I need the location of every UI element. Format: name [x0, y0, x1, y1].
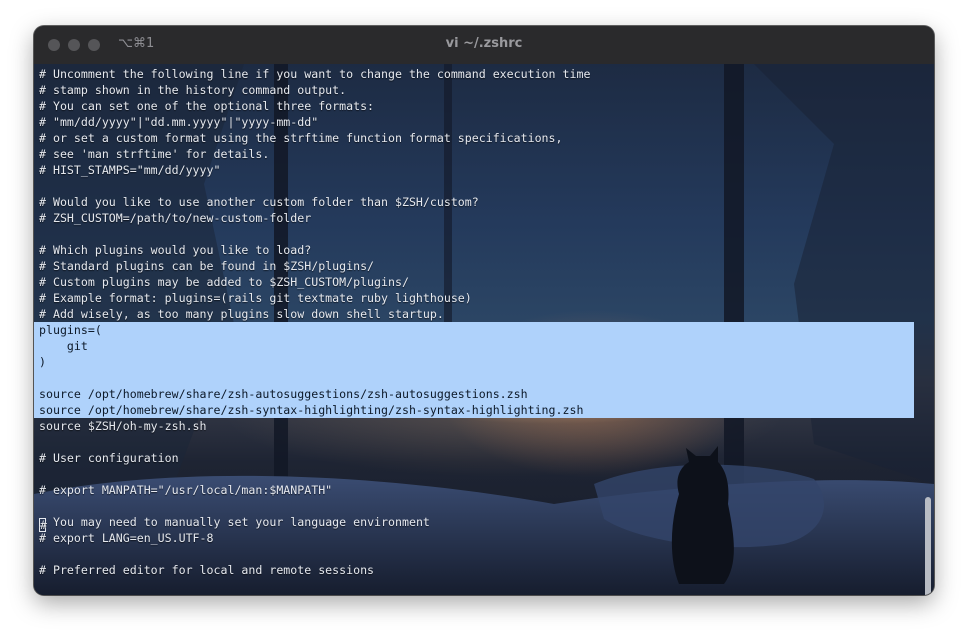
selected-code-line[interactable]: source /opt/homebrew/share/zsh-autosugge… — [34, 386, 914, 402]
code-line[interactable]: # User configuration — [34, 450, 914, 466]
code-line-text: source /opt/homebrew/share/zsh-syntax-hi… — [39, 403, 584, 417]
code-line-text: # Custom plugins may be added to $ZSH_CU… — [39, 275, 409, 289]
selected-code-line[interactable]: git — [34, 338, 914, 354]
selected-code-line[interactable]: plugins=( — [34, 322, 914, 338]
code-line-text: git — [39, 339, 88, 353]
code-line-text: # Standard plugins can be found in $ZSH/… — [39, 259, 375, 273]
code-line-text: # Add wisely, as too many plugins slow d… — [39, 307, 444, 321]
code-line[interactable]: # Add wisely, as too many plugins slow d… — [34, 306, 914, 322]
code-line-text: # export LANG=en_US.UTF-8 — [39, 531, 214, 545]
code-line[interactable] — [34, 498, 914, 514]
code-line[interactable]: # stamp shown in the history command out… — [34, 82, 914, 98]
code-line[interactable]: # Which plugins would you like to load? — [34, 242, 914, 258]
code-line-text: # export MANPATH="/usr/local/man:$MANPAT… — [39, 483, 333, 497]
code-line[interactable]: # Custom plugins may be added to $ZSH_CU… — [34, 274, 914, 290]
code-line-text: source $ZSH/oh-my-zsh.sh — [39, 419, 207, 433]
code-line[interactable] — [34, 178, 914, 194]
terminal-window: ⌥⌘1 vi ~/.zshrc # Uncomment the followin… — [34, 26, 934, 595]
code-line-text: # HIST_STAMPS="mm/dd/yyyy" — [39, 163, 221, 177]
code-line-text: # Uncomment the following line if you wa… — [39, 67, 591, 81]
code-line[interactable]: # Preferred editor for local and remote … — [34, 562, 914, 578]
code-line[interactable] — [34, 226, 914, 242]
code-line-text: # You can set one of the optional three … — [39, 99, 375, 113]
code-line[interactable]: # Would you like to use another custom f… — [34, 194, 914, 210]
code-line-text: # "mm/dd/yyyy"|"dd.mm.yyyy"|"yyyy-mm-dd" — [39, 115, 319, 129]
code-line[interactable] — [34, 434, 914, 450]
code-line[interactable]: # You can set one of the optional three … — [34, 98, 914, 114]
terminal-content[interactable]: # Uncomment the following line if you wa… — [34, 64, 934, 595]
code-line-text: # Example format: plugins=(rails git tex… — [39, 291, 472, 305]
scrollbar-thumb[interactable] — [925, 497, 931, 595]
code-line-text: source /opt/homebrew/share/zsh-autosugge… — [39, 387, 528, 401]
code-line[interactable]: # see 'man strftime' for details. — [34, 146, 914, 162]
code-line-text: # or set a custom format using the strft… — [39, 131, 563, 145]
code-line[interactable]: # Standard plugins can be found in $ZSH/… — [34, 258, 914, 274]
title-bar[interactable]: ⌥⌘1 vi ~/.zshrc — [34, 26, 934, 65]
selected-code-line[interactable]: source /opt/homebrew/share/zsh-syntax-hi… — [34, 402, 914, 418]
code-line[interactable]: # "mm/dd/yyyy"|"dd.mm.yyyy"|"yyyy-mm-dd" — [34, 114, 914, 130]
code-line[interactable]: # or set a custom format using the strft… — [34, 130, 914, 146]
selected-code-line[interactable] — [34, 370, 914, 386]
code-line-text: # User configuration — [39, 451, 179, 465]
code-line[interactable]: source $ZSH/oh-my-zsh.sh — [34, 418, 914, 434]
code-line-text: # Which plugins would you like to load? — [39, 243, 312, 257]
code-line[interactable]: # You may need to manually set your lang… — [34, 514, 914, 532]
code-line[interactable] — [34, 546, 914, 562]
code-line-text: ) — [39, 355, 46, 369]
code-line[interactable]: # ZSH_CUSTOM=/path/to/new-custom-folder — [34, 210, 914, 226]
code-line-text: You may need to manually set your langua… — [46, 515, 430, 529]
code-line-text: # ZSH_CUSTOM=/path/to/new-custom-folder — [39, 211, 312, 225]
code-line-text: plugins=( — [39, 323, 102, 337]
code-line[interactable]: # Uncomment the following line if you wa… — [34, 66, 914, 82]
selected-code-line[interactable]: ) — [34, 354, 914, 370]
code-line-text: # see 'man strftime' for details. — [39, 147, 270, 161]
code-line[interactable]: # export LANG=en_US.UTF-8 — [34, 530, 914, 546]
code-line[interactable]: # export MANPATH="/usr/local/man:$MANPAT… — [34, 482, 914, 498]
code-line[interactable]: # Example format: plugins=(rails git tex… — [34, 290, 914, 306]
code-line[interactable] — [34, 466, 914, 482]
code-line-text: # Preferred editor for local and remote … — [39, 563, 375, 577]
vim-editor-buffer[interactable]: # Uncomment the following line if you wa… — [34, 64, 914, 578]
window-title: vi ~/.zshrc — [445, 36, 523, 51]
code-line[interactable]: # HIST_STAMPS="mm/dd/yyyy" — [34, 162, 914, 178]
code-line-text: # stamp shown in the history command out… — [39, 83, 347, 97]
code-line-text: # Would you like to use another custom f… — [39, 195, 479, 209]
